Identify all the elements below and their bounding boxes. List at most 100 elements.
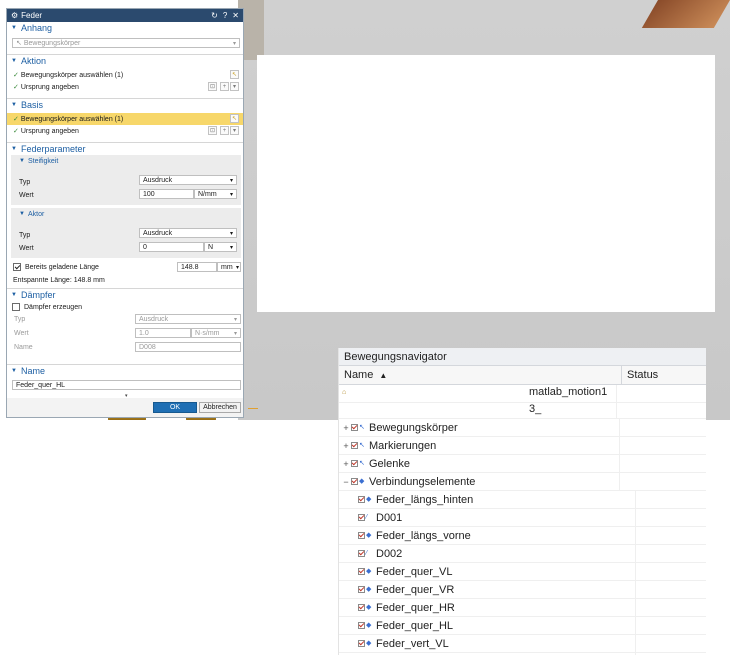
gear-icon: ⚙	[11, 11, 19, 20]
attachment-select[interactable]: ↖ Bewegungskörper ▾	[12, 38, 240, 48]
tree-row[interactable]: ◆ Feder_vert_VL	[339, 635, 706, 653]
more-indicator-icon[interactable]: ▾	[125, 393, 128, 399]
visibility-checkbox[interactable]	[351, 478, 358, 485]
tree-row[interactable]: ⁄ D001	[339, 509, 706, 527]
tree-row[interactable]: ◆ Feder_längs_hinten	[339, 491, 706, 509]
tree-row-label: Feder_längs_hinten	[376, 493, 474, 506]
tree-row[interactable]: ◆ Feder_quer_HL	[339, 617, 706, 635]
section-header-anhang[interactable]: ▼ Anhang	[7, 22, 243, 34]
column-header-status[interactable]: Status	[622, 369, 658, 381]
preloaded-length-unit: mm	[221, 263, 233, 271]
tree-row-name-cell: + ↖ Bewegungskörper	[339, 419, 620, 436]
actuator-type-select[interactable]: Ausdruck ▾	[139, 228, 237, 238]
section-header-daempfer[interactable]: ▼ Dämpfer	[7, 288, 243, 301]
visibility-checkbox[interactable]	[358, 514, 365, 521]
point-icon[interactable]: +	[220, 126, 229, 135]
cancel-button[interactable]: Abbrechen	[199, 402, 241, 413]
visibility-checkbox[interactable]	[358, 532, 365, 539]
visibility-checkbox[interactable]	[358, 568, 365, 575]
tree-row[interactable]: + ↖ Gelenke	[339, 455, 706, 473]
stiffness-type-select[interactable]: Ausdruck ▾	[139, 175, 237, 185]
select-body-row[interactable]: ✓ Bewegungskörper auswählen (1) ↖	[7, 69, 243, 81]
stiffness-unit-select[interactable]: N/mm ▾	[194, 189, 237, 199]
tree-row[interactable]: ◆ Feder_quer_VR	[339, 581, 706, 599]
tree-row-name-cell: ◆ Feder_längs_hinten	[339, 491, 636, 508]
subgroup-header-aktor[interactable]: ▼ Aktor	[11, 208, 241, 220]
reset-icon[interactable]: ↻	[211, 11, 218, 20]
stiffness-value: 100	[143, 190, 155, 198]
base-origin-label: Ursprung angeben	[20, 127, 79, 135]
point-dialog-icon[interactable]: ⊡	[208, 82, 217, 91]
tree-row[interactable]: + ↖ Bewegungskörper	[339, 419, 706, 437]
tree-row[interactable]: ◆ Feder_längs_vorne	[339, 527, 706, 545]
expand-icon[interactable]: +	[342, 423, 350, 433]
section-header-basis[interactable]: ▼ Basis	[7, 98, 243, 111]
visibility-checkbox[interactable]	[351, 460, 358, 467]
tree-row-name-cell: − ◆ Verbindungselemente	[339, 473, 620, 490]
preloaded-length-input[interactable]: 148.8	[177, 262, 217, 272]
point-icon[interactable]: +	[220, 82, 229, 91]
expand-icon[interactable]: +	[342, 441, 350, 451]
expand-icon[interactable]: +	[342, 459, 350, 469]
subgroup-header-steifigkeit[interactable]: ▼ Steifigkeit	[11, 155, 241, 167]
section-header-name[interactable]: ▼ Name	[7, 364, 243, 377]
select-body-icon[interactable]: ↖	[230, 70, 239, 79]
tree-row[interactable]: ◆ Feder_quer_HR	[339, 599, 706, 617]
tree-row[interactable]: + ↖ Markierungen	[339, 437, 706, 455]
damper-value-input[interactable]: 1.0	[135, 328, 191, 338]
visibility-checkbox[interactable]	[351, 442, 358, 449]
close-icon[interactable]: ✕	[232, 11, 239, 20]
chevron-down-icon[interactable]: ▾	[230, 82, 239, 91]
select-body-icon[interactable]: ↖	[230, 114, 239, 123]
help-icon[interactable]: ?	[223, 11, 227, 20]
visibility-checkbox[interactable]	[358, 640, 365, 647]
tree-row-name-cell: ◆ Feder_vert_VL	[339, 635, 636, 652]
damper-unit-select[interactable]: N·s/mm ▾	[191, 328, 241, 338]
tree-row[interactable]: − ◆ Verbindungselemente	[339, 473, 706, 491]
base-origin-row[interactable]: ✓ Ursprung angeben ⊡ + ▾	[7, 125, 243, 137]
actuator-unit: N	[208, 243, 214, 251]
damper-name-input[interactable]: D008	[135, 342, 241, 352]
actuator-value-input[interactable]: 0	[139, 242, 204, 252]
tree-row[interactable]: ⁄ D002	[339, 545, 706, 563]
specify-origin-row[interactable]: ✓ Ursprung angeben ⊡ + ▾	[7, 81, 243, 93]
visibility-checkbox[interactable]	[358, 604, 365, 611]
spring-icon: ◆	[366, 532, 372, 539]
chevron-down-icon[interactable]: ▾	[230, 126, 239, 135]
damper-type-select[interactable]: Ausdruck ▾	[135, 314, 241, 324]
spring-icon: ◆	[366, 640, 372, 647]
tree-row[interactable]: ◆ Feder_quer_VL	[339, 563, 706, 581]
visibility-checkbox[interactable]	[358, 496, 365, 503]
spring-name-input[interactable]: Feder_quer_HL	[12, 380, 241, 390]
tree-sub-row[interactable]: 3_	[339, 403, 706, 419]
column-header-name[interactable]: Name ▲	[339, 366, 622, 384]
create-damper-checkbox[interactable]	[12, 303, 20, 311]
tree-row-label: Bewegungskörper	[369, 421, 458, 434]
section-basis: ▼ Basis ✓ Bewegungskörper auswählen (1) …	[7, 98, 243, 142]
visibility-checkbox[interactable]	[358, 550, 365, 557]
value-label: Wert	[19, 192, 34, 199]
free-length-row: Entspannte Länge: 148.8 mm	[7, 274, 105, 286]
actuator-unit-select[interactable]: N ▾	[204, 242, 237, 252]
dialog-titlebar: ⚙ Feder ↻ ? ✕	[7, 9, 243, 22]
damper-name-value: D008	[139, 343, 156, 351]
visibility-checkbox[interactable]	[351, 424, 358, 431]
preloaded-length-unit-select[interactable]: mm ▾	[217, 262, 241, 272]
collapse-icon[interactable]: −	[342, 477, 350, 487]
chevron-down-icon: ▾	[233, 316, 237, 323]
spring-dialog: ⚙ Feder ↻ ? ✕ ▼ Anhang ↖ Bewegungskörper…	[6, 8, 244, 418]
select-base-body-row[interactable]: ✓ Bewegungskörper auswählen (1) ↖	[7, 113, 243, 125]
point-dialog-icon[interactable]: ⊡	[208, 126, 217, 135]
section-header-federparameter[interactable]: ▼ Federparameter	[7, 142, 243, 155]
section-title: Anhang	[20, 23, 52, 33]
spring-icon: ◆	[366, 622, 372, 629]
ok-button[interactable]: OK	[153, 402, 197, 413]
damper-icon: ⁄	[366, 550, 368, 557]
preloaded-length-checkbox[interactable]	[13, 263, 21, 271]
section-header-aktion[interactable]: ▼ Aktion	[7, 54, 243, 67]
visibility-checkbox[interactable]	[358, 586, 365, 593]
sort-ascending-icon: ▲	[379, 370, 388, 380]
stiffness-value-input[interactable]: 100	[139, 189, 194, 199]
tree-root-row[interactable]: ⌂ matlab_motion1	[339, 385, 706, 403]
visibility-checkbox[interactable]	[358, 622, 365, 629]
